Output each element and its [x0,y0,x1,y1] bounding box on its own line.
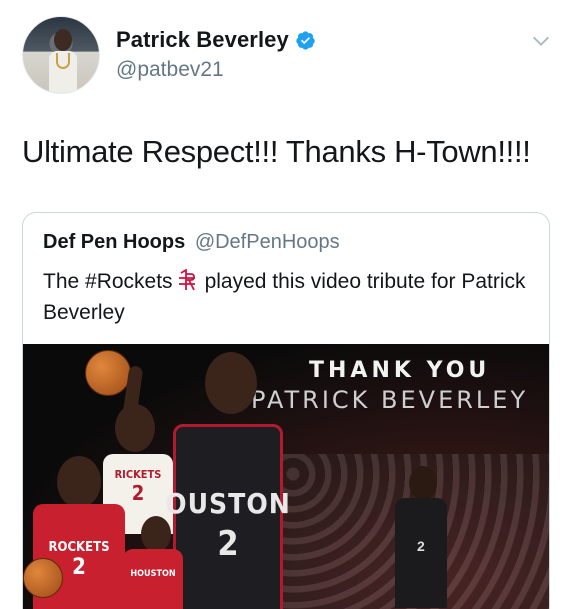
quoted-text-part1: The #Rockets [43,270,173,293]
jersey-number: 2 [131,481,145,505]
jersey-number-main: 2 [217,524,239,564]
author-display-name[interactable]: Patrick Beverley [116,27,289,53]
player-head [141,516,171,552]
quoted-author-handle[interactable]: @DefPenHoops [195,231,340,253]
quoted-tweet-text: The #Rockets played this video tribute f… [43,266,543,328]
quoted-author-name[interactable]: Def Pen Hoops [43,231,185,253]
quoted-tweet-card[interactable]: Def Pen Hoops @DefPenHoops The #Rockets … [22,212,550,609]
player-head [115,404,155,452]
jersey-text: HOUSTON [130,569,176,579]
player-head [409,466,437,500]
jersey-number: 2 [417,538,425,554]
video-thumbnail[interactable]: THANK YOU PATRICK BEVERLEY RICKETS 2 OUS… [23,344,549,609]
player-jersey-small: HOUSTON [123,549,183,609]
rockets-logo-icon [178,269,195,291]
quoted-tweet-header: Def Pen Hoops @DefPenHoops [43,231,340,254]
basketball-image [85,350,131,396]
tweet-text: Ultimate Respect!!! Thanks H-Town!!!! [22,134,531,169]
player-head [57,456,101,508]
author-name-row[interactable]: Patrick Beverley [116,27,316,53]
overlay-thank-you: THANK YOU [309,358,491,383]
overlay-player-name: PATRICK BEVERLEY [251,386,529,414]
jersey-number: 2 [72,555,86,580]
avatar[interactable] [22,16,100,94]
author-handle[interactable]: @patbev21 [116,58,224,82]
player-head-main [205,352,257,414]
chevron-down-icon[interactable] [530,30,552,52]
tweet: Patrick Beverley @patbev21 Ultimate Resp… [0,0,575,609]
jersey-text-main: OUSTON [165,487,291,520]
player-jersey-main: OUSTON 2 [165,424,290,609]
basketball-image [23,558,63,598]
jersey-text: RICKETS [114,468,162,481]
jersey-text: ROCKETS [48,540,110,555]
verified-badge-icon [296,30,315,50]
